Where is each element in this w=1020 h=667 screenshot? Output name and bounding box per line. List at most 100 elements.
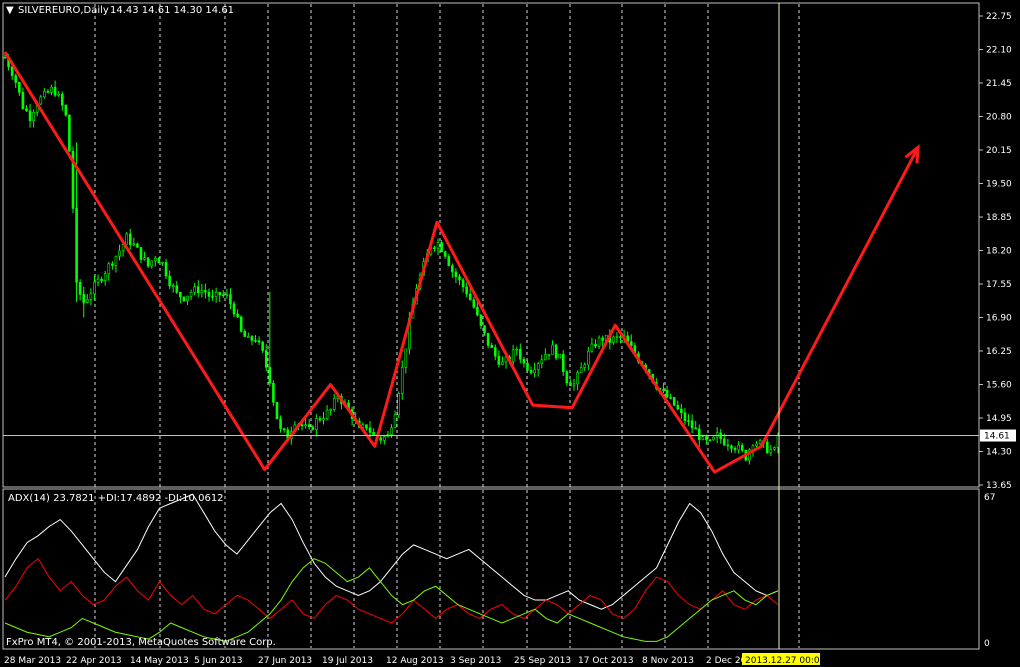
candle-body [368, 427, 372, 433]
candle-body [200, 290, 204, 293]
candle-body [154, 257, 157, 262]
candle-body [501, 361, 504, 365]
candle-body [243, 331, 247, 337]
candle-body [397, 393, 400, 416]
current-price-value: 14.61 [984, 432, 1010, 442]
candle-body [493, 347, 497, 357]
time-tick-label: 12 Aug 2013 [386, 656, 444, 666]
candle-body [322, 418, 325, 421]
candle-body [723, 438, 726, 446]
candle-body [601, 337, 604, 341]
candle-body [576, 372, 579, 385]
price-tick-label: 20.80 [986, 113, 1012, 123]
candle-body [536, 363, 540, 371]
candle-body [461, 279, 465, 288]
candle-body [579, 367, 583, 373]
candle-body [236, 313, 239, 318]
vertical-grid [94, 4, 800, 648]
candle-body [86, 299, 89, 303]
candle-body [304, 424, 307, 427]
time-tick-label: 22 Apr 2013 [66, 656, 122, 666]
candle-body [161, 261, 164, 264]
time-tick-label: 19 Jul 2013 [322, 656, 373, 666]
candle-body [629, 341, 633, 347]
candle-body [146, 257, 150, 267]
candle-body [222, 294, 225, 297]
candle-body [279, 418, 282, 429]
zigzag-line [3, 51, 920, 474]
candle-body [765, 441, 769, 454]
candle-body [232, 303, 236, 315]
adx-label: ADX(14) 23.7821 +DI:17.4892 -DI:10.0612 [8, 493, 224, 504]
candle-body [733, 448, 737, 451]
candle-body [615, 335, 619, 338]
zigzag-overlay [3, 51, 920, 474]
candle-body [479, 314, 483, 326]
candle-body [694, 427, 697, 430]
candle-body [196, 286, 200, 293]
candle-body [569, 382, 572, 387]
candle-body [708, 439, 712, 442]
price-tick-label: 18.20 [986, 247, 1012, 257]
candle-body [275, 401, 279, 420]
candle-body [300, 424, 304, 427]
candle-body [250, 336, 254, 341]
candle-body [257, 340, 261, 343]
candle-body [261, 341, 264, 351]
candle-body [612, 336, 615, 343]
price-tick-label: 16.90 [986, 314, 1012, 324]
candle-body [590, 343, 594, 352]
candle-body [103, 273, 107, 281]
candle-body [476, 306, 479, 316]
candle-body [683, 412, 687, 421]
candle-body [25, 108, 28, 112]
candle-body [443, 251, 447, 257]
candle-body [676, 404, 680, 410]
adx-series-line [4, 493, 779, 610]
candle-body [547, 354, 551, 356]
candle-body [93, 281, 96, 295]
candle-body [701, 436, 705, 441]
candle-body [157, 257, 161, 264]
candle-body [712, 436, 715, 441]
candle-body [307, 424, 311, 428]
candle-body [189, 291, 193, 297]
candle-body [769, 449, 773, 454]
candle-body [272, 382, 275, 403]
price-tick-label: 18.85 [986, 213, 1012, 223]
candle-body [572, 383, 576, 387]
candle-body [705, 436, 708, 441]
candle-body [440, 242, 443, 253]
candle-body [204, 290, 207, 293]
chart-canvas[interactable]: 22.75 22.10 21.45 20.80 20.15 19.50 18.85 18.20… [0, 0, 1020, 667]
candle-body [662, 389, 665, 391]
candle-body [229, 294, 232, 305]
candle-body [540, 359, 544, 364]
collapse-arrow-icon[interactable]: ▼ [6, 5, 14, 16]
candle-body [114, 255, 118, 266]
candle-body [490, 344, 494, 348]
candle-body [522, 358, 526, 364]
adx-series-line [4, 558, 779, 642]
time-tick-label: 27 Jun 2013 [258, 656, 312, 666]
candle-body [182, 296, 186, 302]
candle-body [282, 428, 286, 431]
candle-body [139, 247, 143, 260]
candle-body [697, 428, 701, 441]
candle-body [554, 344, 558, 359]
candle-body [318, 418, 322, 421]
candle-body [214, 292, 218, 298]
candle-body [332, 397, 336, 410]
candle-body [239, 316, 243, 332]
candle-body [365, 424, 368, 429]
candle-body [39, 96, 43, 105]
candle-body [18, 81, 21, 93]
candle-body [28, 110, 32, 121]
candle-body [107, 263, 111, 275]
candle-body [472, 299, 476, 308]
candle-body [390, 427, 393, 435]
price-tick-label: 14.95 [986, 414, 1012, 424]
candle-body [558, 353, 561, 359]
candle-body [111, 263, 114, 266]
candle-body [207, 291, 211, 297]
